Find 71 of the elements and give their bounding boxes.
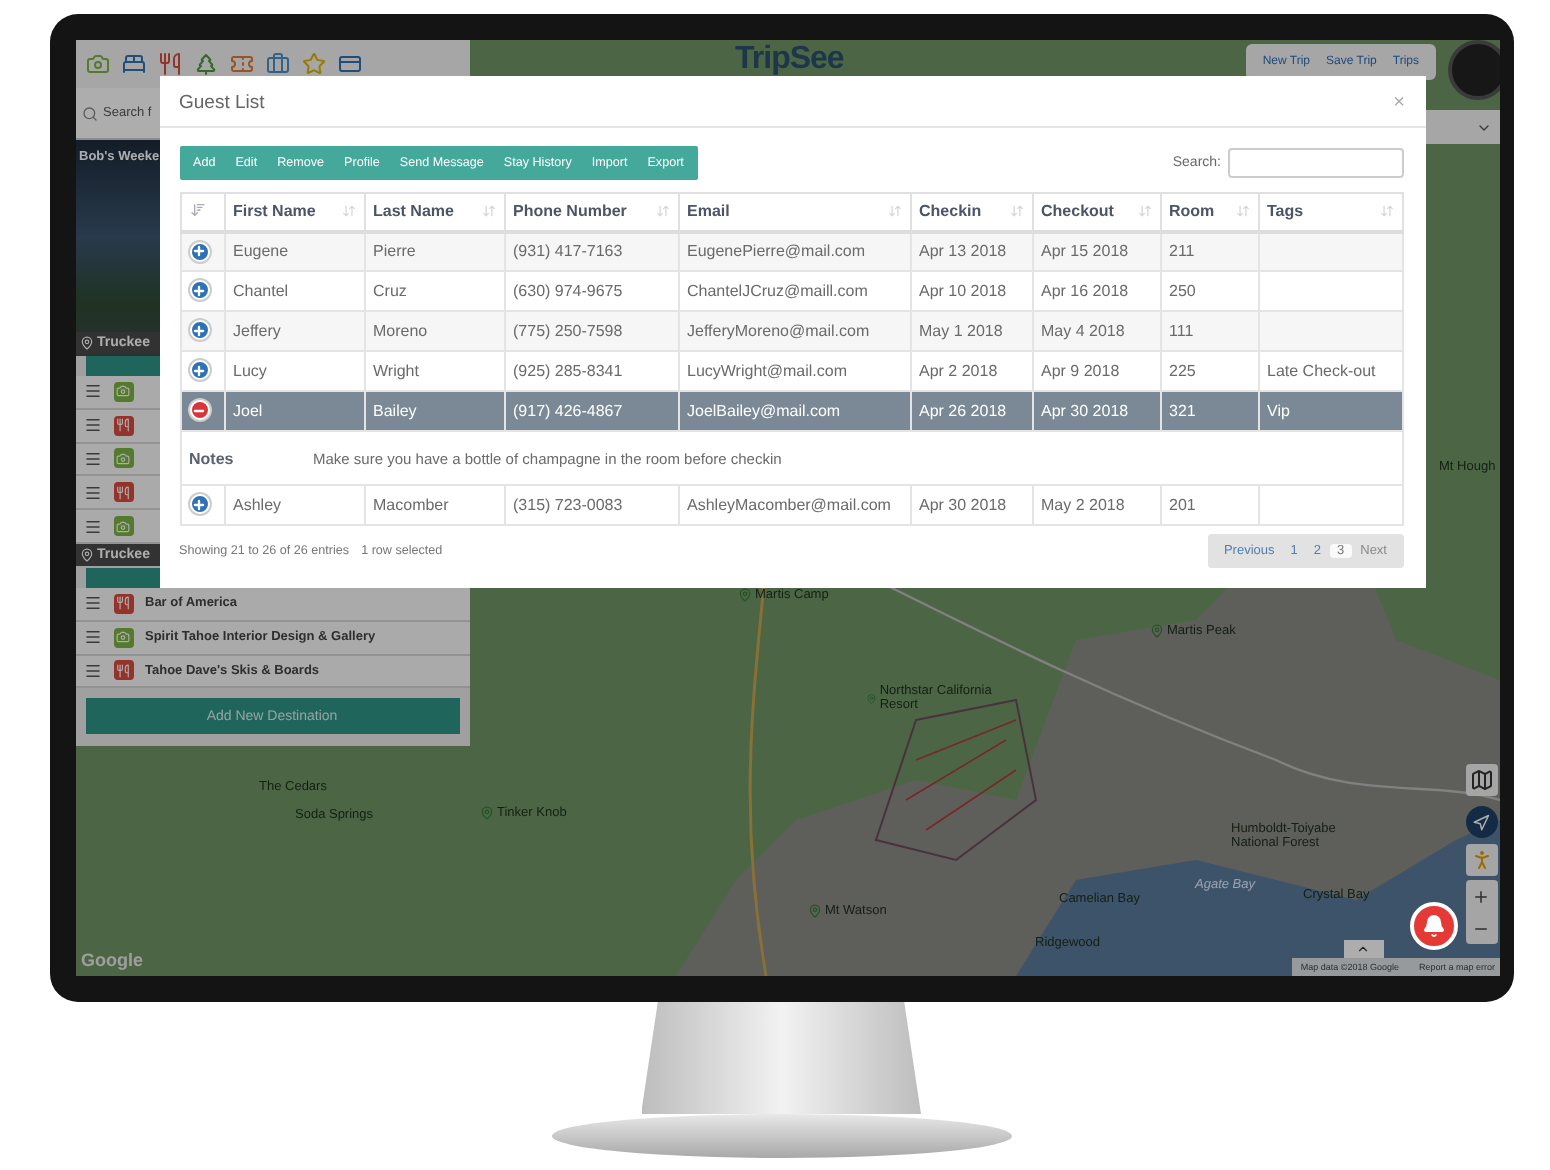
- map-pin-icon: [1149, 624, 1163, 639]
- close-button[interactable]: ×: [1393, 92, 1405, 114]
- chevron-up-icon: [1356, 942, 1370, 956]
- utensils-icon[interactable]: [157, 52, 181, 76]
- map-pin-icon: [737, 588, 751, 603]
- card-icon[interactable]: [337, 52, 361, 76]
- utensils-icon: [113, 660, 133, 681]
- table-cell: Ashley: [224, 485, 364, 525]
- menu-icon[interactable]: [83, 594, 101, 613]
- table-cell: AshleyMacomber@mail.com: [678, 485, 910, 525]
- briefcase-icon[interactable]: [265, 52, 289, 76]
- map-logo: Google: [81, 950, 143, 970]
- table-cell: (315) 723-0083: [504, 485, 678, 525]
- dialog-title: Guest List: [179, 92, 265, 114]
- table-row[interactable]: Joel Bailey (917) 426-4867 JoelBailey@mail.com Apr 26 2018 Apr 30 2018 321 Vip: [180, 391, 1402, 431]
- table-row[interactable]: Ashley Macomber (315) 723-0083 AshleyMacomber@mail.com Apr 30 2018 May 2 2018 201: [180, 485, 1402, 525]
- expand-icon[interactable]: [189, 241, 209, 261]
- map-icon[interactable]: [1465, 764, 1497, 796]
- sort-icon: [1009, 204, 1023, 219]
- ticket-icon[interactable]: [229, 52, 253, 76]
- collapse-button[interactable]: [1343, 940, 1383, 958]
- bed-icon[interactable]: [121, 52, 145, 76]
- table-cell: 201: [1160, 485, 1258, 525]
- sort-icon: [481, 204, 495, 219]
- zoom-control[interactable]: [1465, 880, 1497, 944]
- utensils-icon: [113, 482, 133, 503]
- zoom-in-icon[interactable]: [1472, 887, 1490, 905]
- map-pin-icon: [807, 904, 821, 919]
- camera-icon: [113, 448, 133, 469]
- table-row[interactable]: Lucy Wright (925) 285-8341 LucyWright@mail.com Apr 2 2018 Apr 9 2018 225 Late Check-out: [180, 351, 1402, 391]
- table-cell: May 2 2018: [1032, 485, 1160, 525]
- expand-icon[interactable]: [189, 494, 209, 515]
- menu-icon[interactable]: [83, 382, 101, 401]
- utensils-icon: [113, 415, 133, 436]
- menu-icon[interactable]: [83, 517, 101, 536]
- sort-icon: [1137, 204, 1151, 219]
- camera-icon: [113, 381, 133, 402]
- tree-icon[interactable]: [193, 52, 217, 76]
- collapse-icon[interactable]: [189, 400, 209, 421]
- table-row[interactable]: Jeffery Moreno (775) 250-7598 JefferyMoreno@mail.com May 1 2018 May 4 2018 111: [180, 311, 1402, 351]
- sort-icon: [887, 204, 901, 219]
- map-pin-icon: [79, 547, 93, 562]
- expand-icon[interactable]: [189, 280, 209, 301]
- table-row[interactable]: Chantel Cruz (630) 974-9675 ChantelJCruz@maill.com Apr 10 2018 Apr 16 2018 250: [180, 271, 1402, 311]
- table-cell: Apr 30 2018: [910, 485, 1032, 525]
- sort-icon: [189, 201, 205, 218]
- bell-icon: [1421, 914, 1445, 938]
- notes-label: Notes: [189, 449, 236, 467]
- search-icon: [81, 105, 97, 121]
- menu-icon[interactable]: [83, 416, 101, 435]
- map-pin-icon: [865, 691, 876, 706]
- star-icon[interactable]: [301, 52, 325, 76]
- expand-icon[interactable]: [189, 320, 209, 341]
- map-pin-icon: [479, 806, 493, 821]
- camera-icon: [113, 627, 133, 648]
- search-field[interactable]: [1227, 148, 1403, 178]
- sort-icon: [655, 204, 669, 219]
- sort-icon: [341, 204, 355, 219]
- menu-icon[interactable]: [83, 661, 101, 680]
- table-row[interactable]: Eugene Pierre (931) 417-7163 EugenePierre@mail.com Apr 13 2018 Apr 15 2018 211: [180, 231, 1402, 271]
- map-pin-icon: [79, 336, 93, 350]
- menu-icon[interactable]: [83, 449, 101, 468]
- sort-icon: [1235, 204, 1249, 219]
- utensils-icon: [113, 593, 133, 614]
- camera-icon: [113, 516, 133, 537]
- table-cell: Macomber: [364, 485, 504, 525]
- menu-icon[interactable]: [83, 483, 101, 502]
- expand-icon[interactable]: [189, 360, 209, 381]
- menu-icon[interactable]: [83, 628, 101, 647]
- person-icon[interactable]: [1465, 844, 1497, 876]
- sort-icon: [1379, 204, 1393, 219]
